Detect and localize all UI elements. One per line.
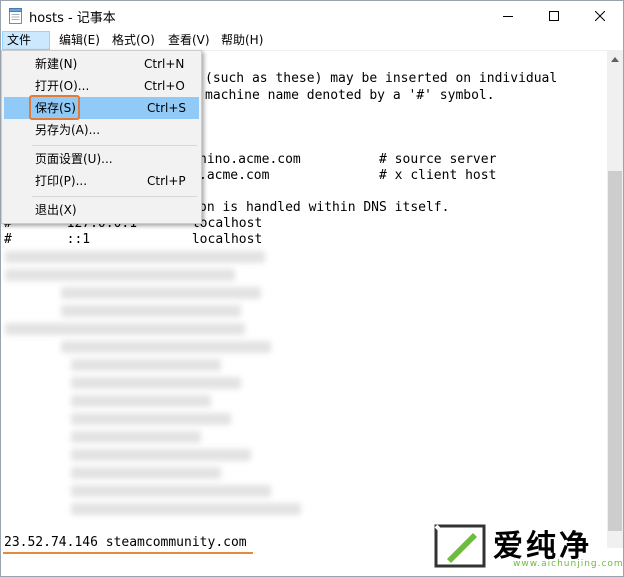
redacted-text xyxy=(61,341,271,353)
watermark-url: www.aichunjing.com xyxy=(513,559,624,569)
maximize-icon xyxy=(549,11,559,21)
scroll-up-icon[interactable] xyxy=(607,51,623,67)
menu-item-page-setup[interactable]: 页面设置(U)... xyxy=(4,148,199,170)
redacted-text xyxy=(71,359,221,371)
menu-item-shortcut: Ctrl+S xyxy=(147,101,187,115)
redacted-text xyxy=(61,305,241,317)
redacted-text xyxy=(61,287,261,299)
site-watermark: 爱纯净 www.aichunjing.com xyxy=(429,519,623,575)
menu-item-label: 页面设置(U)... xyxy=(35,152,113,166)
window-title: hosts - 记事本 xyxy=(29,11,116,26)
menu-view[interactable]: 查看(V) xyxy=(164,31,214,50)
menu-item-label: 退出(X) xyxy=(35,203,77,217)
highlight-underline xyxy=(3,552,253,554)
save-highlight-box xyxy=(29,95,80,120)
menu-edit[interactable]: 编辑(E) xyxy=(55,31,104,50)
file-menu-dropdown: 新建(N) Ctrl+N 打开(O)... Ctrl+O 保存(S) Ctrl+… xyxy=(1,50,202,224)
text-line: hino.acme.com # source server xyxy=(199,152,497,167)
steam-hosts-entry: 23.52.74.146 steamcommunity.com xyxy=(4,535,247,550)
menu-item-save-as[interactable]: 另存为(A)... xyxy=(4,119,199,141)
redacted-text xyxy=(71,503,301,515)
menu-separator xyxy=(32,145,197,146)
redacted-text xyxy=(71,449,251,461)
menu-item-print[interactable]: 打印(P)... Ctrl+P xyxy=(4,170,199,192)
menu-format[interactable]: 格式(O) xyxy=(108,31,159,50)
title-bar[interactable]: hosts - 记事本 xyxy=(1,1,623,31)
text-line: .acme.com # x client host xyxy=(199,168,497,183)
redacted-text xyxy=(5,269,235,281)
menu-item-open[interactable]: 打开(O)... Ctrl+O xyxy=(4,75,199,97)
close-button[interactable] xyxy=(577,1,623,31)
redacted-text xyxy=(71,413,231,425)
menu-help[interactable]: 帮助(H) xyxy=(217,31,267,50)
redacted-text xyxy=(71,395,211,407)
menu-item-shortcut: Ctrl+P xyxy=(147,174,186,188)
redacted-text xyxy=(71,377,241,389)
text-line: on is handled within DNS itself. xyxy=(199,200,450,215)
menu-bar: 文件(F) 编辑(E) 格式(O) 查看(V) 帮助(H) xyxy=(1,31,623,64)
vertical-scrollbar[interactable] xyxy=(607,51,623,548)
scrollbar-thumb[interactable] xyxy=(608,171,622,531)
text-line: machine name denoted by a '#' symbol. xyxy=(205,88,495,103)
notepad-icon xyxy=(9,8,22,24)
redacted-text xyxy=(5,251,265,263)
menu-file[interactable]: 文件(F) xyxy=(2,31,50,64)
menu-item-shortcut: Ctrl+O xyxy=(144,79,185,93)
minimize-button[interactable] xyxy=(485,1,531,31)
menu-item-label: 打开(O)... xyxy=(35,79,90,93)
minimize-icon xyxy=(503,11,513,21)
watermark-logo-icon xyxy=(434,524,486,568)
menu-item-shortcut: Ctrl+N xyxy=(144,57,185,71)
maximize-button[interactable] xyxy=(531,1,577,31)
text-line: # ::1 localhost xyxy=(4,232,263,247)
menu-item-new[interactable]: 新建(N) Ctrl+N xyxy=(4,53,199,75)
text-line: (such as these) may be inserted on indiv… xyxy=(205,71,558,86)
notepad-window: hosts - 记事本 文件(F) 编辑(E) 格式(O) 查看(V) 帮助(H… xyxy=(0,0,624,577)
menu-item-label: 另存为(A)... xyxy=(35,123,101,137)
menu-item-exit[interactable]: 退出(X) xyxy=(4,199,199,221)
menu-item-label: 新建(N) xyxy=(35,57,78,71)
close-icon xyxy=(595,11,605,21)
redacted-text xyxy=(71,431,201,443)
menu-item-label: 打印(P)... xyxy=(35,174,88,188)
redacted-text xyxy=(71,467,221,479)
redacted-text xyxy=(5,323,245,335)
redacted-text xyxy=(71,485,271,497)
menu-separator xyxy=(32,196,197,197)
